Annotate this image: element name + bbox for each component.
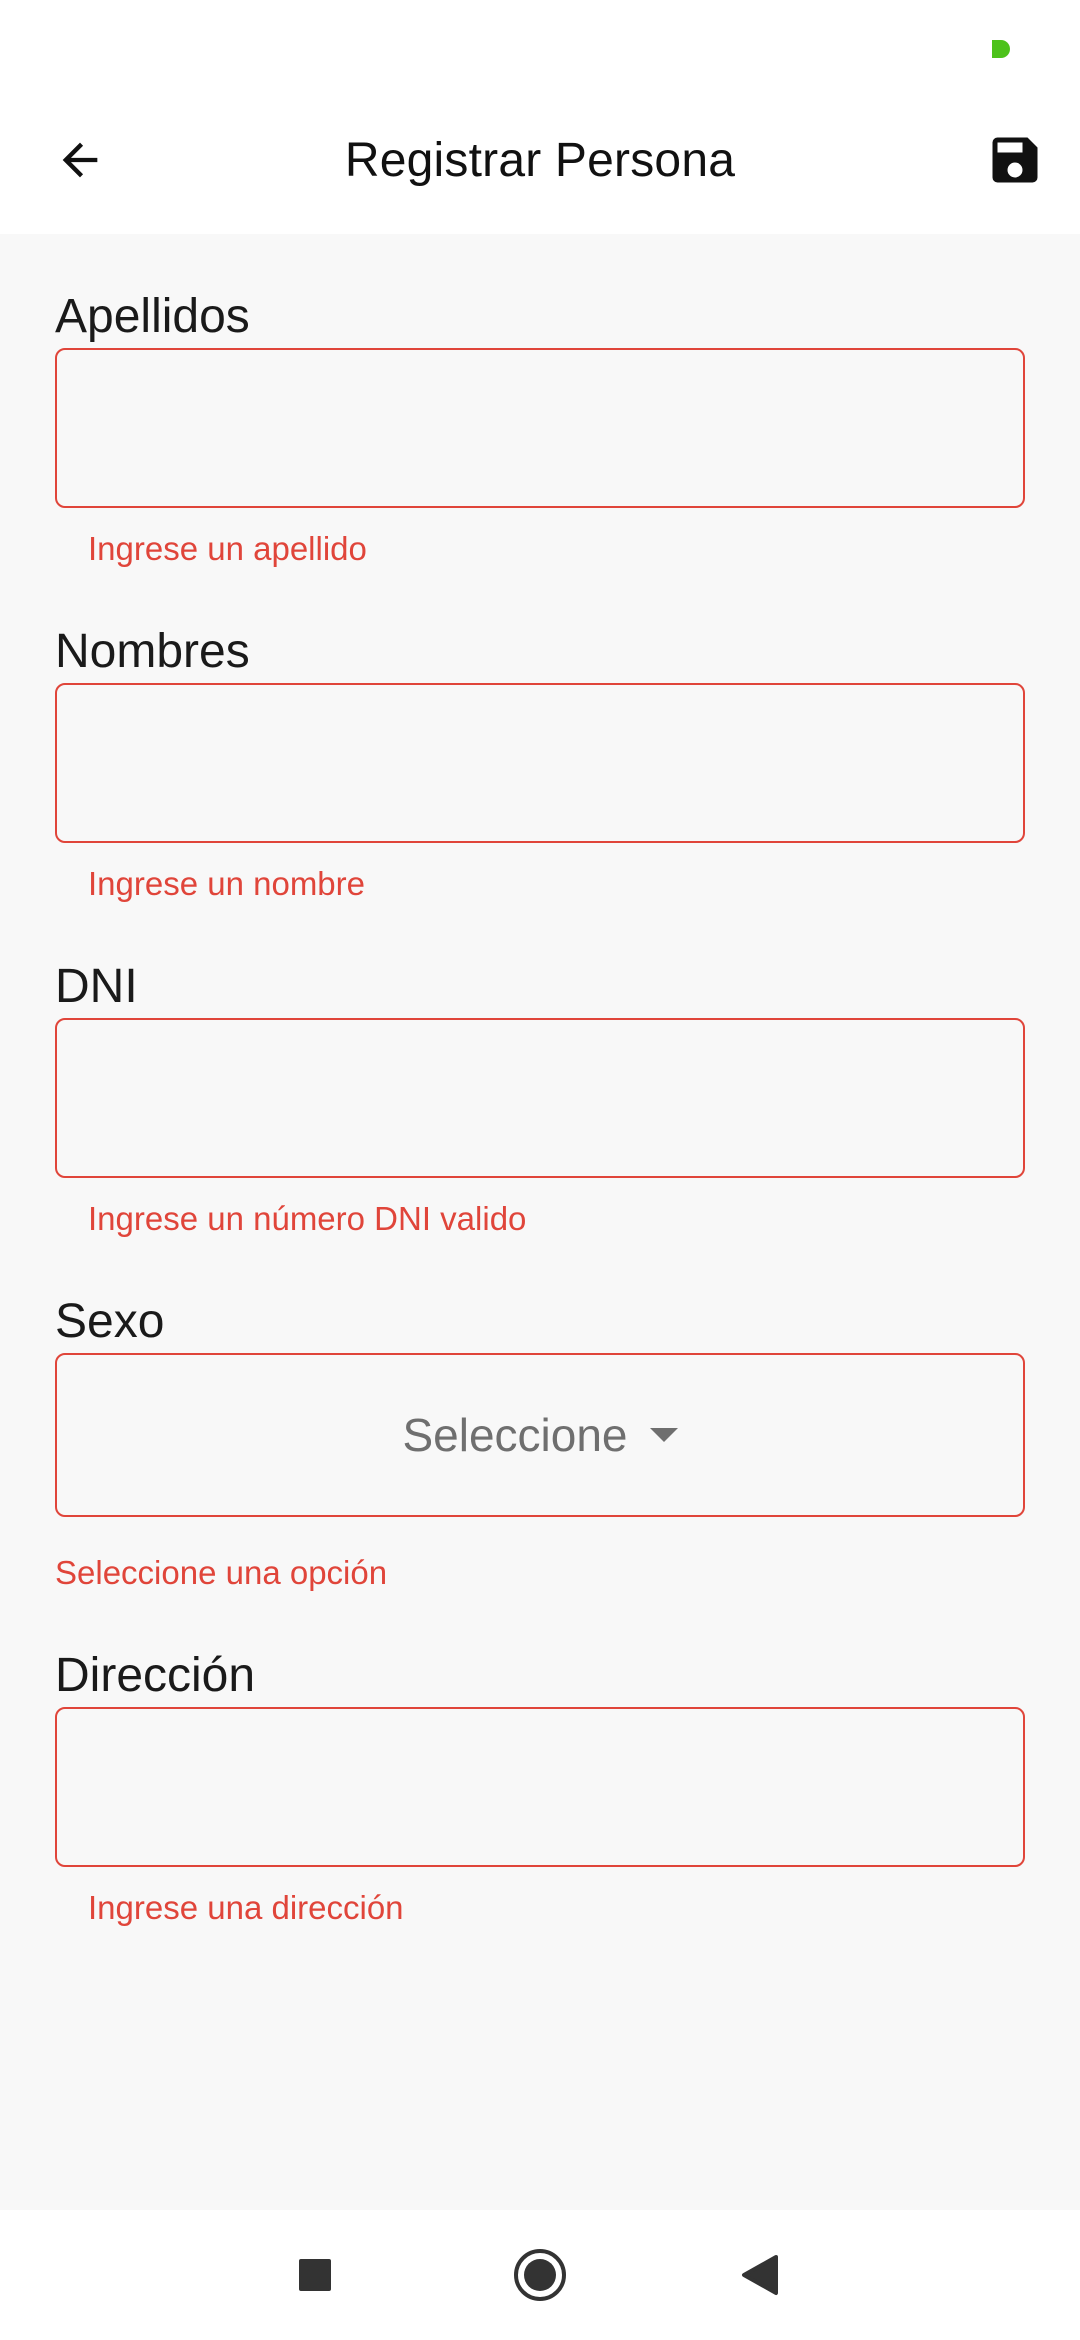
status-indicator-icon xyxy=(992,40,1010,58)
dni-input[interactable] xyxy=(57,1020,1023,1176)
triangle-back-icon xyxy=(742,2255,778,2295)
person-form: Apellidos Ingrese un apellido Nombres In… xyxy=(0,234,1080,2210)
arrow-left-icon xyxy=(62,142,98,178)
status-bar xyxy=(0,0,1080,100)
sexo-dropdown[interactable]: Seleccione xyxy=(55,1353,1025,1517)
page-title: Registrar Persona xyxy=(344,133,736,187)
home-button[interactable] xyxy=(500,2235,580,2315)
nombres-label: Nombres xyxy=(55,625,250,678)
apellidos-error: Ingrese un apellido xyxy=(88,530,367,567)
direccion-field-box xyxy=(55,1707,1025,1867)
sexo-error: Seleccione una opción xyxy=(55,1554,388,1591)
square-icon xyxy=(299,2259,331,2291)
caret-down-icon xyxy=(649,1428,678,1442)
sexo-selected-value: Seleccione xyxy=(402,1409,628,1461)
circle-home-icon xyxy=(514,2249,566,2301)
save-button[interactable] xyxy=(975,120,1055,200)
apellidos-label: Apellidos xyxy=(55,290,250,343)
recents-button[interactable] xyxy=(275,2235,355,2315)
nombres-field-box xyxy=(55,683,1025,843)
nombres-input[interactable] xyxy=(57,685,1023,841)
nav-back-button[interactable] xyxy=(720,2235,800,2315)
dni-field-box xyxy=(55,1018,1025,1178)
direccion-label: Dirección xyxy=(55,1649,256,1702)
dni-label: DNI xyxy=(55,960,138,1013)
system-nav-bar xyxy=(0,2210,1080,2340)
back-button[interactable] xyxy=(40,120,120,200)
sexo-label: Sexo xyxy=(55,1295,165,1348)
nombres-error: Ingrese un nombre xyxy=(88,865,366,902)
apellidos-field-box xyxy=(55,348,1025,508)
dni-error: Ingrese un número DNI valido xyxy=(88,1200,527,1237)
direccion-input[interactable] xyxy=(57,1709,1023,1865)
apellidos-input[interactable] xyxy=(57,350,1023,506)
floppy-disk-icon xyxy=(992,137,1038,183)
app-bar: Registrar Persona xyxy=(0,100,1080,234)
sexo-select-trigger[interactable]: Seleccione xyxy=(57,1355,1023,1515)
direccion-error: Ingrese una dirección xyxy=(88,1889,404,1926)
